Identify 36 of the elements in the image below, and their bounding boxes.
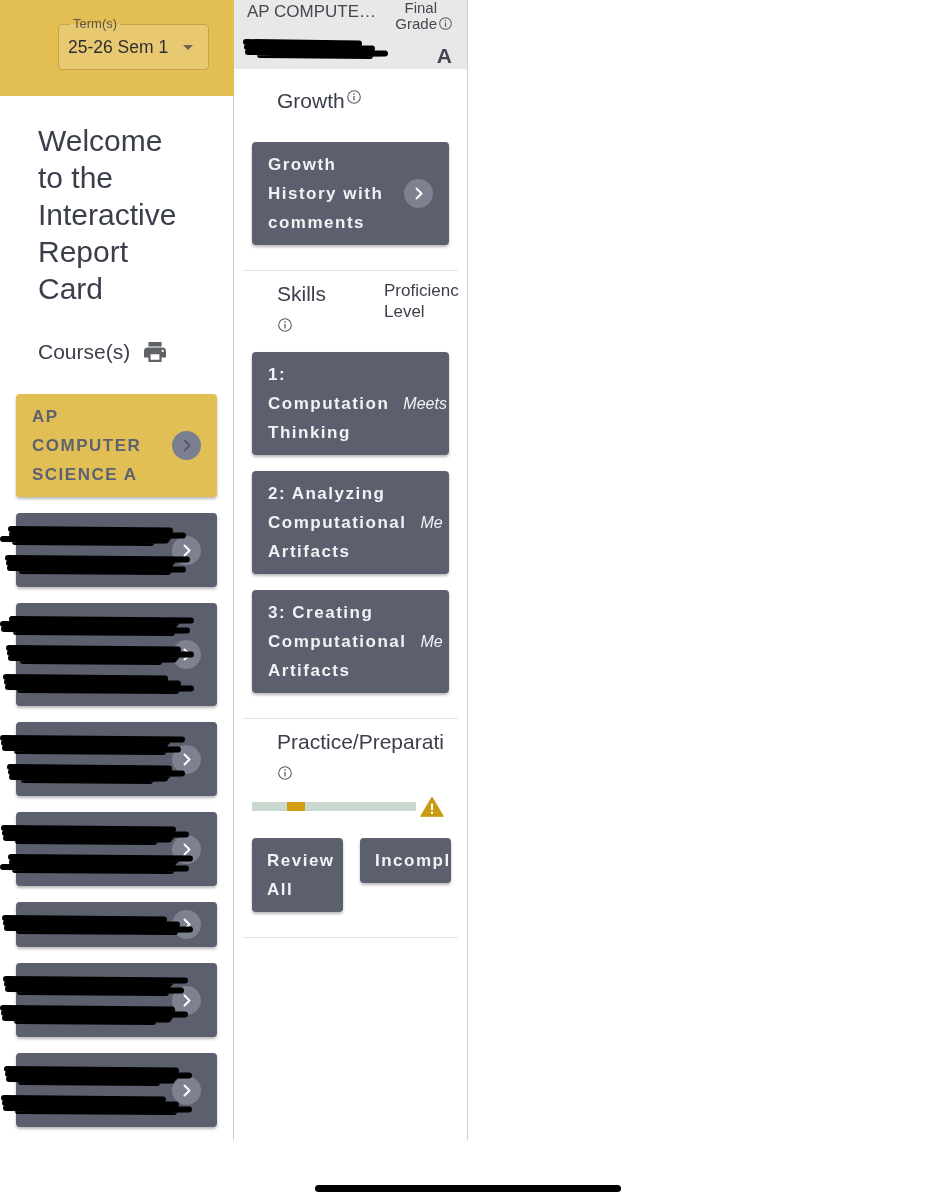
caret-down-icon bbox=[183, 44, 193, 50]
final-grade: A bbox=[436, 45, 452, 67]
course-button[interactable]: AP COMPUTER SCIENCE A bbox=[16, 394, 217, 497]
proficiency-level: Meets bbox=[403, 394, 447, 414]
info-icon[interactable] bbox=[278, 766, 292, 780]
section-title: Skills bbox=[277, 281, 326, 307]
term-label: Term(s) bbox=[72, 16, 119, 32]
chevron-right-icon bbox=[172, 431, 201, 460]
info-icon[interactable] bbox=[278, 318, 292, 332]
skill-button[interactable]: 2: Analyzing Computational Artifacts Me bbox=[252, 471, 449, 574]
term-select[interactable]: Term(s) 25-26 Sem 1 bbox=[58, 16, 209, 70]
chevron-right-icon bbox=[404, 179, 433, 208]
chevron-right-icon bbox=[172, 1075, 201, 1105]
section-title: Growth bbox=[277, 88, 345, 114]
proficiency-level: Me bbox=[420, 632, 443, 652]
info-icon[interactable] bbox=[439, 17, 452, 30]
chevron-right-icon bbox=[172, 910, 201, 939]
course-title: AP COMPUTE… bbox=[247, 1, 377, 23]
practice-button[interactable]: Incompl bbox=[360, 838, 451, 883]
column-heading: Proficienc Level bbox=[384, 280, 459, 323]
printer-icon[interactable] bbox=[144, 342, 167, 362]
chevron-right-icon bbox=[172, 985, 201, 1015]
practice-button[interactable]: Review All bbox=[252, 838, 343, 912]
proficiency-level: Me bbox=[420, 513, 443, 533]
info-icon[interactable] bbox=[346, 90, 361, 104]
chevron-right-icon bbox=[172, 744, 201, 774]
welcome-title: Welcome to the Interactive Report Card bbox=[38, 123, 178, 307]
skill-button[interactable]: 3: Creating Computational Artifacts Me bbox=[252, 590, 449, 693]
skill-button[interactable]: 1: Computation Thinking Meets bbox=[252, 352, 449, 455]
chevron-right-icon bbox=[172, 640, 201, 669]
growth-history-button[interactable]: Growth History with comments bbox=[252, 142, 449, 245]
chevron-right-icon bbox=[172, 535, 201, 565]
section-title: Practice/Preparati bbox=[277, 729, 444, 755]
courses-heading: Course(s) bbox=[38, 339, 131, 365]
final-grade-label: Final Grade bbox=[394, 0, 437, 32]
chevron-right-icon bbox=[172, 834, 201, 864]
